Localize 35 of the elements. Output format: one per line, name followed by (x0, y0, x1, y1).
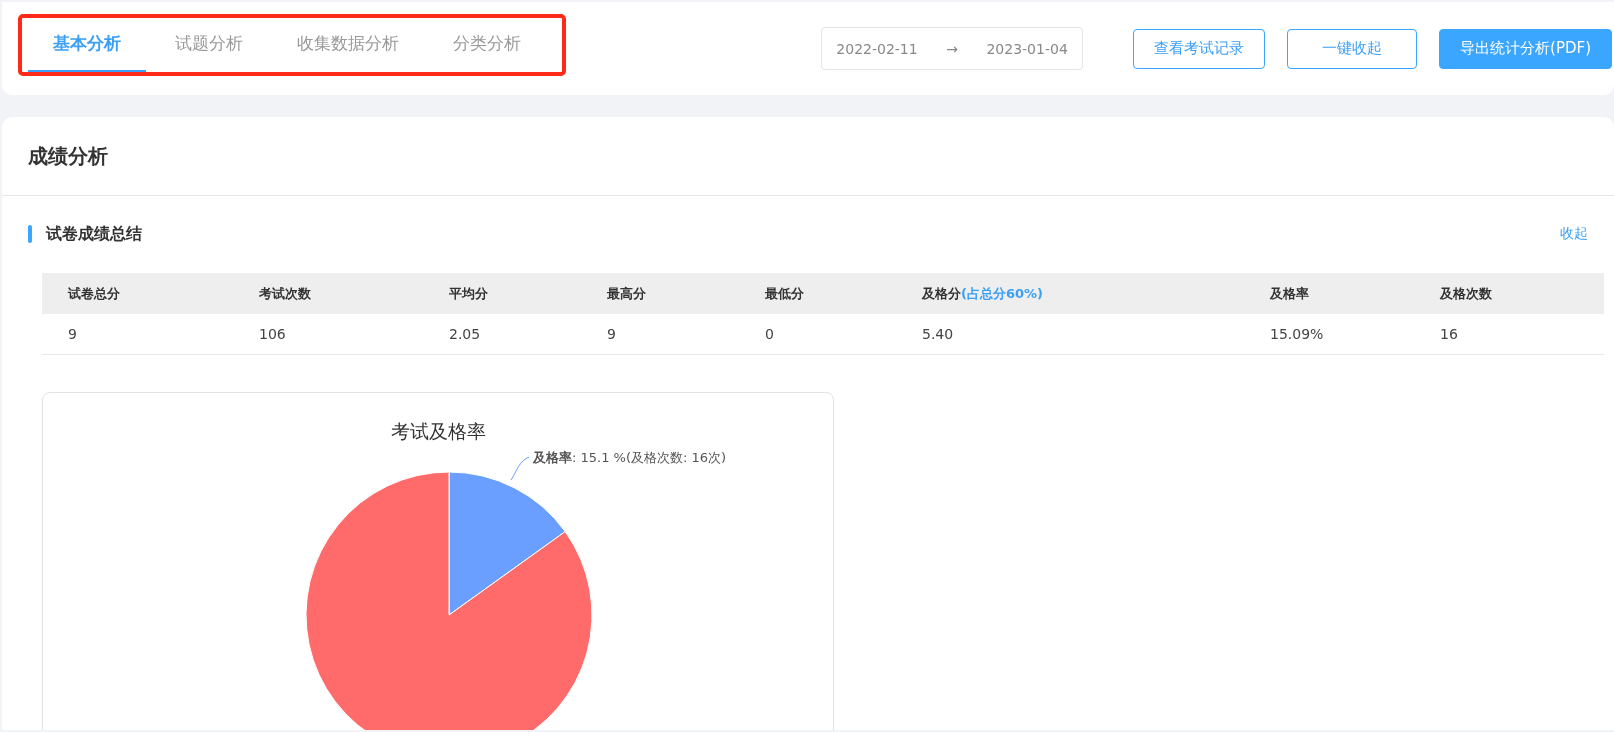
start-date: 2022-02-11 (836, 40, 918, 57)
table-cell-text: 5.40 (921, 326, 955, 342)
section-marker (28, 225, 32, 243)
action-button[interactable]: 一键收起 (1287, 28, 1418, 69)
table-cell-text: 15.09% (1269, 326, 1325, 342)
table-cell-text: 16 (1439, 326, 1459, 342)
column-header: 考试次数 (258, 284, 312, 303)
column-header-label: 及格分 (922, 285, 961, 301)
tab[interactable]: 分类分析 (428, 17, 546, 72)
collapse-link[interactable]: 收起 (1560, 225, 1588, 243)
range-arrow: → (946, 40, 958, 57)
action-button[interactable]: 查看考试记录 (1133, 28, 1266, 69)
slice-label: 及格率: 15.1 %(及格次数: 16次) (533, 449, 727, 467)
tab[interactable]: 收集数据分析 (272, 17, 424, 72)
panel-title: 成绩分析 (28, 142, 108, 170)
table-cell-text: 106 (258, 326, 287, 342)
column-header: 试卷总分 (66, 284, 121, 303)
column-header: 最低分 (764, 284, 805, 303)
column-header: 及格率 (1269, 284, 1310, 303)
tab[interactable]: 试题分析 (150, 17, 268, 72)
leader-line (510, 456, 530, 481)
chart-title: 考试及格率 (390, 420, 486, 442)
tab[interactable]: 基本分析 (28, 17, 146, 72)
end-date: 2023-01-04 (986, 40, 1068, 57)
table-cell-text: 9 (606, 326, 617, 342)
table-cell-text: 0 (764, 326, 775, 342)
column-header-note: (占总分60%) (961, 285, 1043, 301)
table-cell-text: 9 (67, 326, 78, 342)
date-range-picker[interactable]: 2022-02-11 → 2023-01-04 (821, 27, 1084, 70)
column-header: 及格次数 (1439, 284, 1493, 303)
column-header: 平均分 (448, 284, 489, 303)
export-button[interactable]: 导出统计分析(PDF) (1439, 28, 1612, 69)
section-title: 试卷成绩总结 (46, 223, 143, 245)
table-cell-text: 2.05 (448, 326, 482, 342)
column-header: 最高分 (606, 284, 647, 303)
